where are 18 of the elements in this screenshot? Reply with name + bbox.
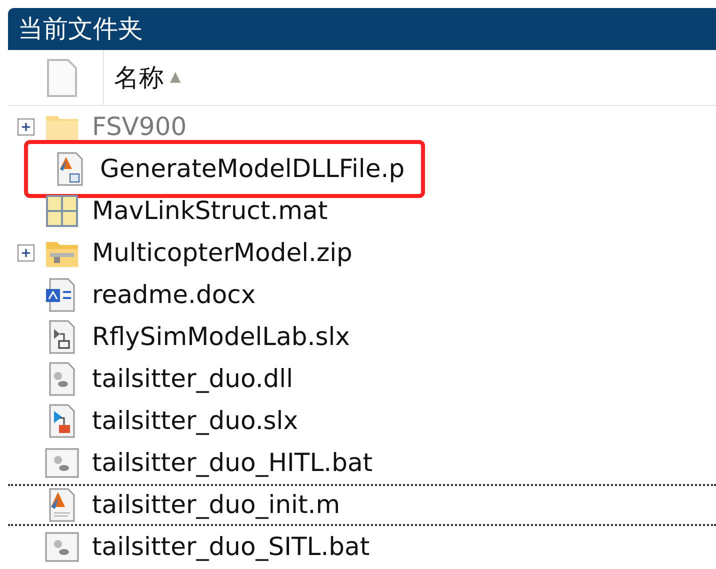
grid-file-icon <box>44 193 80 229</box>
file-name[interactable]: GenerateModelDLLFile.p <box>100 150 405 188</box>
file-type-icon <box>46 58 78 98</box>
panel-title-bar: 当前文件夹 <box>8 8 716 50</box>
expand-icon[interactable] <box>17 118 35 136</box>
file-name[interactable]: MavLinkStruct.mat <box>92 192 328 230</box>
file-name[interactable]: RflySimModelLab.slx <box>92 318 350 356</box>
file-name[interactable]: tailsitter_duo_SITL.bat <box>92 528 370 566</box>
file-name[interactable]: tailsitter_duo_init.m <box>92 486 340 524</box>
file-name[interactable]: tailsitter_duo_HITL.bat <box>92 444 373 482</box>
file-name[interactable]: readme.docx <box>92 276 256 314</box>
file-name[interactable]: tailsitter_duo.slx <box>92 402 298 440</box>
focused-row[interactable]: tailsitter_duo_init.m <box>8 484 716 526</box>
file-name[interactable]: MulticopterModel.zip <box>92 234 352 272</box>
file-name[interactable]: tailsitter_duo.dll <box>92 360 294 398</box>
expand-icon[interactable] <box>17 244 35 262</box>
name-column-header[interactable]: 名称 ▲ <box>104 50 181 105</box>
file-name[interactable]: FSV900 <box>92 108 187 146</box>
